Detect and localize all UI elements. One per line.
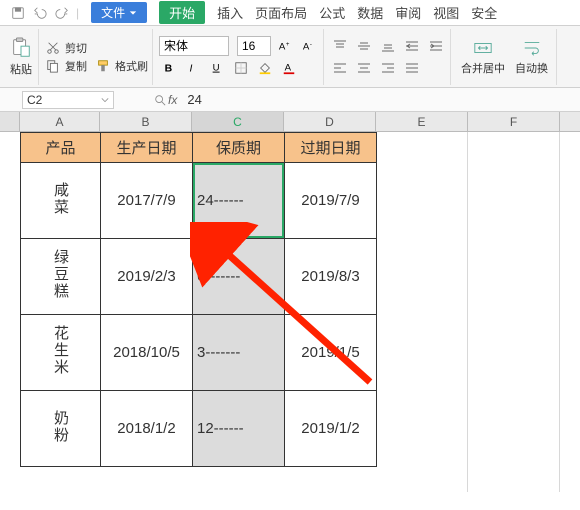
svg-text:-: - <box>310 41 312 48</box>
indent-decrease-icon[interactable] <box>402 36 422 56</box>
cut-button[interactable]: 剪切 <box>45 40 148 56</box>
tab-review[interactable]: 审阅 <box>395 3 421 22</box>
table-row: 奶粉 2018/1/2 12------ 2019/1/2 <box>21 391 377 467</box>
merge-center-button[interactable]: 合并居中 <box>457 29 509 85</box>
tab-formulas[interactable]: 公式 <box>319 3 345 22</box>
file-menu[interactable]: 文件 <box>91 2 147 23</box>
menu-bar: | 文件 开始 插入 页面布局 公式 数据 审阅 视图 安全 <box>0 0 580 26</box>
scissors-icon <box>45 40 61 56</box>
name-box[interactable]: C2 <box>22 91 114 109</box>
bold-icon[interactable]: B <box>159 58 179 78</box>
decrease-font-icon[interactable]: A- <box>299 36 319 56</box>
increase-font-icon[interactable]: A+ <box>275 36 295 56</box>
cell[interactable]: 2019/2/3 <box>101 239 193 315</box>
cell[interactable]: 2019/1/5 <box>285 315 377 391</box>
svg-text:A: A <box>279 41 286 52</box>
wrap-text-button[interactable]: 自动换 <box>511 29 552 85</box>
font-size-select[interactable] <box>237 36 271 56</box>
cell[interactable]: 2019/8/3 <box>285 239 377 315</box>
col-header-F[interactable]: F <box>468 112 560 131</box>
cell[interactable]: 奶粉 <box>21 391 101 467</box>
copy-icon <box>45 58 61 74</box>
col-header-A[interactable]: A <box>20 112 100 131</box>
fill-color-icon[interactable] <box>255 58 275 78</box>
cell[interactable]: 2019/7/9 <box>285 163 377 239</box>
italic-icon[interactable]: I <box>183 58 203 78</box>
formula-value[interactable]: 24 <box>187 92 201 107</box>
redo-icon[interactable] <box>54 5 70 21</box>
col-header-C[interactable]: C <box>192 112 284 131</box>
align-middle-icon[interactable] <box>354 36 374 56</box>
cell[interactable]: 绿豆糕 <box>21 239 101 315</box>
align-bottom-icon[interactable] <box>378 36 398 56</box>
select-all-corner[interactable] <box>0 112 20 131</box>
font-color-icon[interactable]: A <box>279 58 299 78</box>
cell[interactable]: 12------ <box>193 391 285 467</box>
copy-button[interactable]: 复制 <box>45 58 87 74</box>
data-table: 产品 生产日期 保质期 过期日期 咸菜 2017/7/9 24------ 20… <box>20 132 377 467</box>
save-icon[interactable] <box>10 5 26 21</box>
align-top-icon[interactable] <box>330 36 350 56</box>
header-expire-date[interactable]: 过期日期 <box>285 133 377 163</box>
align-center-icon[interactable] <box>354 58 374 78</box>
cell[interactable]: 咸菜 <box>21 163 101 239</box>
paste-button[interactable]: 粘贴 <box>4 29 39 85</box>
svg-text:B: B <box>165 62 173 74</box>
justify-icon[interactable] <box>402 58 422 78</box>
spreadsheet: A B C D E F 产品 生产日期 保质期 过期日期 咸菜 <box>0 112 580 492</box>
tab-page-layout[interactable]: 页面布局 <box>255 3 307 22</box>
cell[interactable]: 2019/1/2 <box>285 391 377 467</box>
svg-text:A: A <box>303 41 310 52</box>
align-right-icon[interactable] <box>378 58 398 78</box>
format-painter-button[interactable]: 格式刷 <box>95 58 148 74</box>
svg-text:+: + <box>286 41 290 48</box>
brush-icon <box>95 58 111 74</box>
align-left-icon[interactable] <box>330 58 350 78</box>
cell[interactable]: 花生米 <box>21 315 101 391</box>
quick-access-toolbar: | <box>10 5 79 21</box>
tab-security[interactable]: 安全 <box>471 3 497 22</box>
underline-icon[interactable]: U <box>207 58 227 78</box>
undo-icon[interactable] <box>32 5 48 21</box>
header-prod-date[interactable]: 生产日期 <box>101 133 193 163</box>
paste-label: 粘贴 <box>10 61 32 77</box>
col-header-B[interactable]: B <box>100 112 192 131</box>
tab-insert[interactable]: 插入 <box>217 3 243 22</box>
tab-start[interactable]: 开始 <box>159 1 205 24</box>
header-product[interactable]: 产品 <box>21 133 101 163</box>
indent-increase-icon[interactable] <box>426 36 446 56</box>
cell[interactable]: 2017/7/9 <box>101 163 193 239</box>
svg-text:I: I <box>190 62 193 74</box>
col-header-E[interactable]: E <box>376 112 468 131</box>
table-row: 花生米 2018/10/5 3------- 2019/1/5 <box>21 315 377 391</box>
file-label: 文件 <box>101 4 125 21</box>
cell[interactable]: 6------- <box>193 239 285 315</box>
cell[interactable]: 2018/10/5 <box>101 315 193 391</box>
table-row: 咸菜 2017/7/9 24------ 2019/7/9 <box>21 163 377 239</box>
cell[interactable]: 3------- <box>193 315 285 391</box>
table-row: 绿豆糕 2019/2/3 6------- 2019/8/3 <box>21 239 377 315</box>
header-shelf-life[interactable]: 保质期 <box>193 133 285 163</box>
svg-text:A: A <box>285 62 292 73</box>
cell[interactable]: 2018/1/2 <box>101 391 193 467</box>
cell-selected[interactable]: 24------ <box>193 163 285 239</box>
svg-text:U: U <box>213 62 220 73</box>
border-icon[interactable] <box>231 58 251 78</box>
font-name-select[interactable] <box>159 36 229 56</box>
fx-icon[interactable]: fx <box>154 93 177 107</box>
col-header-D[interactable]: D <box>284 112 376 131</box>
formula-bar: C2 fx 24 <box>0 88 580 112</box>
tab-data[interactable]: 数据 <box>357 3 383 22</box>
column-headers: A B C D E F <box>0 112 580 132</box>
ribbon: 粘贴 剪切 复制 格式刷 A+ A- B I U <box>0 26 580 88</box>
tab-view[interactable]: 视图 <box>433 3 459 22</box>
